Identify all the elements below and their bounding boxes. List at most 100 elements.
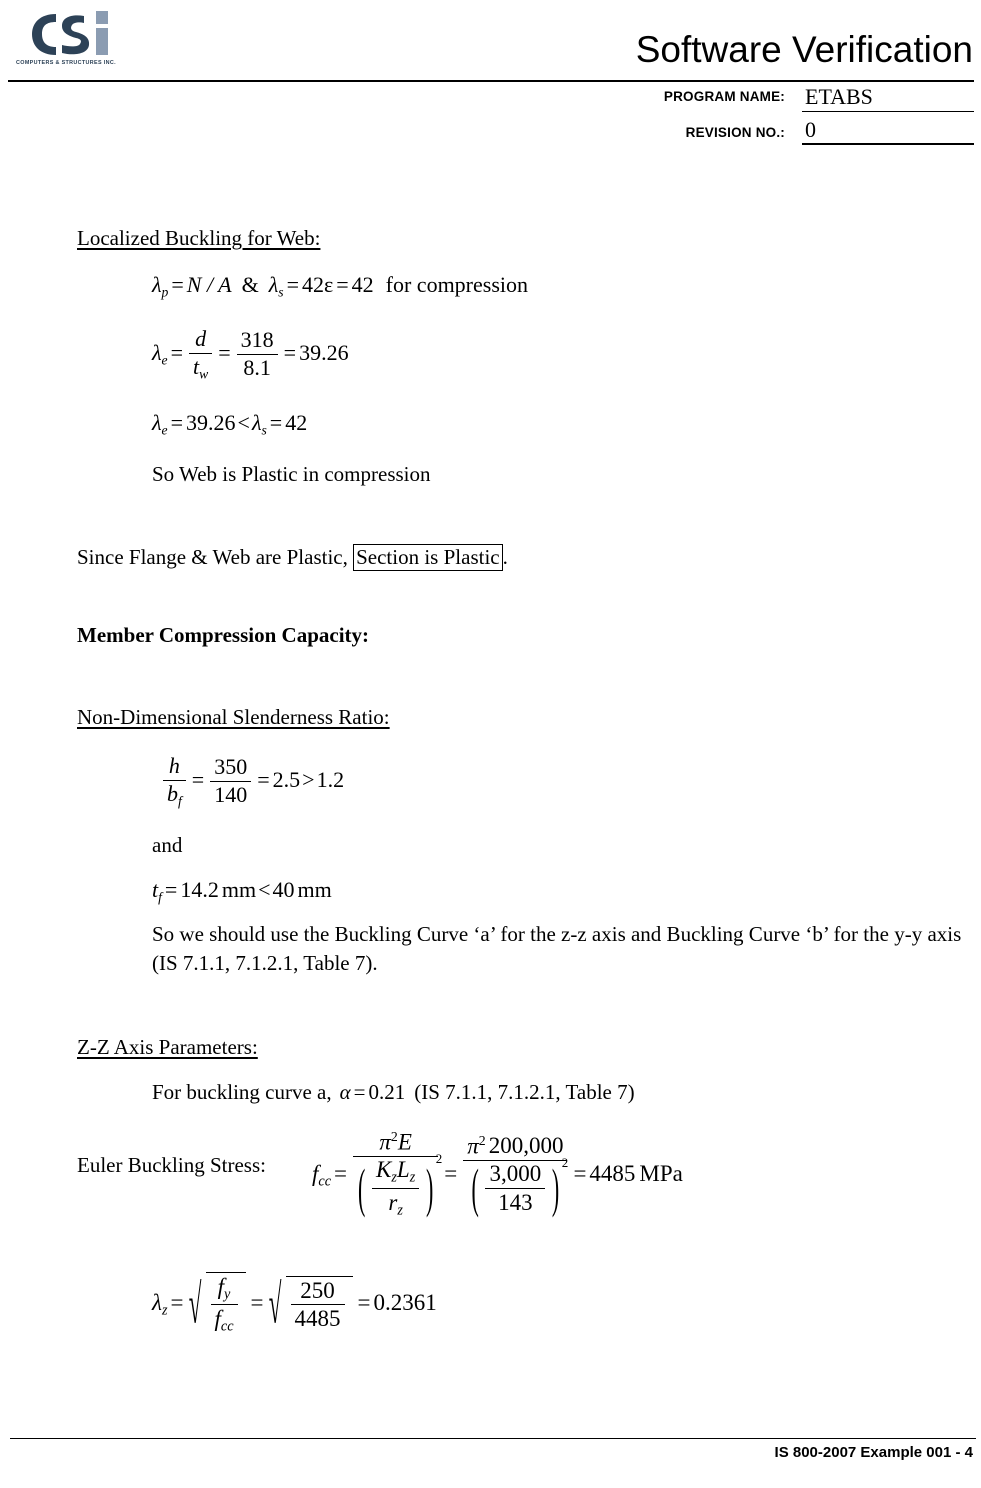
heading-non-dimensional-slenderness-ratio: Non-Dimensional Slenderness Ratio: <box>77 705 390 729</box>
value-1p2: 1.2 <box>316 767 345 793</box>
revision-label: REVISION NO.: <box>685 125 785 140</box>
equals-2: = <box>286 272 299 297</box>
radical-sign-1: √ <box>188 1272 201 1335</box>
since-suffix: . <box>502 545 508 569</box>
fraction-KzLz-over-rz: KzLz rz <box>372 1157 420 1219</box>
lambda-p-symbol: λ <box>152 272 162 297</box>
footer-divider <box>10 1438 976 1439</box>
denominator-3000-over-143-squared: (3,000 143) 2 <box>463 1155 568 1219</box>
sqrt-fy-over-fcc: √ fy fcc <box>188 1272 246 1337</box>
denominator-bf: bf <box>167 780 182 808</box>
lambda-s-symbol: λ <box>268 272 279 297</box>
text-and: and <box>152 833 183 857</box>
result-0p2361: 0.2361 <box>373 1289 437 1315</box>
unit-mpa: MPa <box>639 1160 683 1186</box>
unit-mm-2: mm <box>297 877 332 902</box>
text-for-buckling-curve-a: For buckling curve a, α = 0.21 (IS 7.1.1, 7.… <box>152 1080 635 1104</box>
denominator-fcc: fcc <box>214 1306 234 1335</box>
fraction-pi2-200000-over-3000-143-squared: π2 200,000 (3,000 143) 2 <box>463 1133 568 1219</box>
equation-lambda-z: λz = √ fy fcc = √ 250 4485 = 0.2361 <box>152 1272 437 1337</box>
denominator-4485: 4485 <box>294 1306 341 1332</box>
value-2p5: 2.5 <box>272 767 301 793</box>
paragraph-buckling-curve-selection: So we should use the Buckling Curve ‘a’ … <box>152 922 962 975</box>
alpha-value: 0.21 <box>368 1080 406 1104</box>
equation-tf: tf = 14.2 mm<40 mm <box>152 877 332 905</box>
greater-than: > <box>302 767 315 793</box>
equals-2: = <box>218 340 231 366</box>
result-4485: 4485 <box>589 1160 636 1186</box>
since-prefix: Since Flange & Web are Plastic, <box>77 545 354 569</box>
lambda-e-symbol: λ <box>152 340 162 366</box>
program-name-underline <box>802 111 974 112</box>
paren-group-1: (KzLz rz) 2 <box>357 1152 442 1220</box>
denominator-8p1: 8.1 <box>243 354 271 380</box>
paren-exponent-2: 2 <box>561 1154 569 1170</box>
equation-lambda-p: λp = N / A & λs = 42ε = 42 for compression <box>152 272 528 300</box>
numerator-250: 250 <box>290 1278 345 1306</box>
fraction-3000-over-143: 3,000 143 <box>485 1161 546 1216</box>
footer-example-reference: IS 800-2007 Example 001 - 4 <box>774 1444 973 1461</box>
equation-h-over-bf: h bf = 350 140 = 2.5>1.2 <box>160 753 345 809</box>
value-42: 42 <box>285 410 308 435</box>
program-name-label: PROGRAM NAME: <box>663 89 785 104</box>
equation-lambda-comparison: λe = 39.26<λs = 42 <box>152 410 308 438</box>
denominator-tw: tw <box>193 353 209 381</box>
paren-group-2: (3,000 143) 2 <box>470 1155 568 1219</box>
equals-3: = <box>283 340 297 366</box>
value-42-epsilon: 42ε <box>301 272 334 297</box>
numerator-h: h <box>163 753 186 781</box>
lambda-s-subscript: s <box>278 284 284 300</box>
heading-member-compression-capacity: Member Compression Capacity: <box>77 623 370 647</box>
denominator-140: 140 <box>214 781 248 807</box>
document-page: COMPUTERS & STRUCTURES INC. Software Ver… <box>0 0 981 1488</box>
denominator-KL-over-r-squared: (KzLz rz) 2 <box>353 1152 442 1220</box>
fraction-fy-over-fcc: fy fcc <box>210 1274 238 1336</box>
numerator-fy: fy <box>210 1274 238 1306</box>
left-paren: ( <box>358 1157 366 1219</box>
heading-zz-axis-parameters: Z-Z Axis Parameters: <box>77 1035 258 1059</box>
label-euler-buckling-stress: Euler Buckling Stress: <box>77 1153 266 1177</box>
lambda-z-symbol: λ <box>152 1289 162 1315</box>
revision-underline <box>802 143 974 145</box>
fraction-250-over-4485: 250 4485 <box>290 1278 345 1333</box>
fraction-318-over-8p1: 318 8.1 <box>236 327 278 380</box>
lambda-e-subscript: e <box>161 352 168 368</box>
value-40: 40 <box>272 877 295 902</box>
right-paren: ) <box>425 1157 434 1219</box>
value-42: 42 <box>351 272 374 297</box>
radical-sign-2: √ <box>268 1272 281 1335</box>
buckling-curve-prefix: For buckling curve a, <box>152 1080 332 1104</box>
heading-localized-buckling-web: Localized Buckling for Web: <box>77 226 321 250</box>
unit-mm-1: mm <box>221 877 257 902</box>
numerator-318: 318 <box>236 327 278 355</box>
ampersand: & <box>241 272 259 297</box>
n-over-a: N / A <box>186 272 232 297</box>
lambda-e-symbol: λ <box>152 410 162 435</box>
numerator-3000: 3,000 <box>485 1161 546 1189</box>
fraction-pi2E-over-KL-r-squared: π2E (KzLz rz) 2 <box>353 1129 442 1220</box>
result-39p26: 39.26 <box>299 340 349 366</box>
denominator-rz: rz <box>388 1189 403 1219</box>
boxed-section-is-plastic: Section is Plastic <box>353 544 503 571</box>
for-compression-text: for compression <box>385 272 529 297</box>
denominator-143: 143 <box>498 1189 533 1215</box>
less-than: < <box>237 410 250 435</box>
numerator-KzLz: KzLz <box>372 1157 420 1189</box>
page-title: Software Verification <box>635 29 973 70</box>
left-paren: ( <box>471 1157 479 1219</box>
revision-value: 0 <box>805 117 816 142</box>
value-14p2: 14.2 <box>180 877 219 902</box>
equals-3: = <box>336 272 349 297</box>
equation-fcc: fcc = π2E (KzLz rz) 2 = π2 200,000 (3,000 143… <box>312 1128 683 1220</box>
numerator-pi2-E: π2E <box>353 1129 439 1158</box>
equation-lambda-e-fraction: λe = d tw = 318 8.1 = 39.26 <box>152 326 349 382</box>
header-divider <box>8 80 974 82</box>
equals-1: = <box>171 272 184 297</box>
csi-logo: COMPUTERS & STRUCTURES INC. <box>12 6 120 68</box>
program-name-value: ETABS <box>805 84 873 109</box>
code-reference: (IS 7.1.1, 7.1.2.1, Table 7) <box>414 1080 635 1104</box>
fraction-d-over-tw: d tw <box>189 326 213 381</box>
sqrt-250-over-4485: √ 250 4485 <box>268 1272 353 1335</box>
alpha-symbol: α <box>339 1080 351 1104</box>
fraction-350-over-140: 350 140 <box>210 754 252 807</box>
